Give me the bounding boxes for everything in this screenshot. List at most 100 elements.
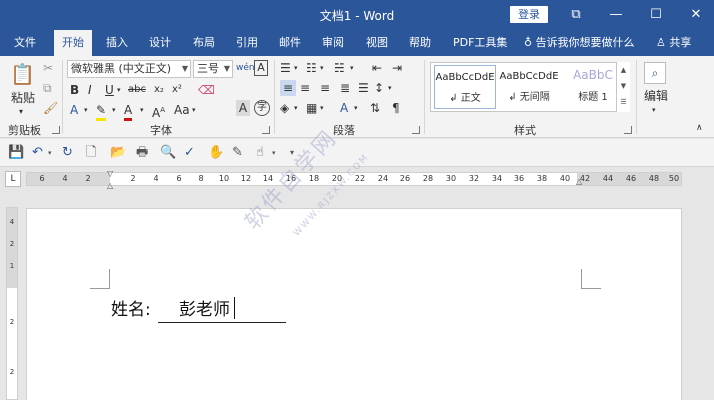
bold-icon[interactable]: B	[70, 82, 79, 98]
pointer-dropdown-icon[interactable]: ▾	[272, 144, 276, 162]
font-color-icon[interactable]: A	[124, 102, 133, 121]
scroll-down-icon[interactable]: ▼	[617, 78, 630, 94]
font-family-select[interactable]: 微软雅黑 (中文正文) ▼	[67, 60, 191, 78]
ribbon-display-options-icon[interactable]: ⧉	[556, 0, 596, 30]
clipboard-launcher-icon[interactable]	[52, 126, 60, 134]
cut-icon[interactable]: ✂	[43, 60, 53, 76]
copy-icon[interactable]: ⧉	[43, 80, 52, 96]
find-icon[interactable]: ⌕	[644, 62, 666, 84]
tab-references[interactable]: 引用	[234, 30, 260, 56]
editing-dropdown-icon[interactable]: ▾	[652, 102, 656, 118]
change-case-icon[interactable]: Aa	[174, 102, 190, 118]
font-color-dropdown-icon[interactable]: ▾	[140, 102, 144, 118]
paragraph-launcher-icon[interactable]	[412, 126, 420, 134]
tab-design[interactable]: 设计	[147, 30, 173, 56]
text-effects-dropdown-icon[interactable]: ▾	[84, 102, 88, 118]
shading-icon[interactable]: ◈	[280, 100, 289, 116]
style-normal[interactable]: AaBbCcDdE ↲ 正文	[434, 65, 496, 109]
print-preview-icon[interactable]: 🔍	[160, 144, 176, 162]
print-icon[interactable]: 🖶	[136, 144, 148, 162]
clear-formatting-icon[interactable]: ⌫	[198, 82, 215, 98]
share-button[interactable]: ♙ 共享	[656, 30, 691, 56]
spelling-icon[interactable]: ✓	[184, 144, 195, 162]
undo-icon[interactable]: ↶	[32, 144, 43, 162]
ruler-number: 6	[39, 174, 45, 183]
tab-home[interactable]: 开始	[54, 30, 92, 56]
styles-launcher-icon[interactable]	[624, 126, 632, 134]
style-no-spacing[interactable]: AaBbCcDdE ↲ 无间隔	[498, 65, 560, 109]
undo-dropdown-icon[interactable]: ▾	[48, 144, 52, 162]
first-line-indent-marker-icon[interactable]: ▽	[107, 169, 113, 178]
borders-dropdown-icon[interactable]: ▾	[320, 100, 324, 116]
minimize-icon[interactable]: —	[596, 0, 636, 30]
text-effects-icon[interactable]: A	[70, 102, 78, 118]
ruler-number: 34	[491, 174, 503, 183]
show-marks-icon[interactable]: ¶	[392, 100, 400, 116]
tab-pdf-tools[interactable]: PDF工具集	[451, 30, 509, 56]
change-case-dropdown-icon[interactable]: ▾	[192, 102, 196, 118]
tab-insert[interactable]: 插入	[104, 30, 130, 56]
tab-help[interactable]: 帮助	[407, 30, 433, 56]
underline-dropdown-icon[interactable]: ▾	[117, 82, 121, 98]
align-right-icon[interactable]: ≡	[320, 80, 330, 96]
borders-icon[interactable]: ▦	[306, 100, 317, 116]
login-button[interactable]: 登录	[510, 6, 548, 23]
font-size-select[interactable]: 三号 ▼	[193, 60, 233, 78]
character-border-icon[interactable]: A	[254, 60, 268, 76]
paste-dropdown-icon[interactable]: ▾	[19, 104, 23, 120]
subscript-icon[interactable]: x₂	[154, 82, 164, 98]
tab-review[interactable]: 审阅	[320, 30, 346, 56]
underline-icon[interactable]: U	[105, 82, 114, 98]
more-styles-icon[interactable]: ☰	[617, 94, 630, 110]
style-heading-1[interactable]: AaBbC 标题 1	[562, 65, 624, 109]
font-launcher-icon[interactable]	[262, 126, 270, 134]
vertical-ruler[interactable]: 4 2 1 2 2	[6, 207, 18, 400]
tab-selector[interactable]: L	[5, 171, 21, 187]
multilevel-list-icon[interactable]: ☵	[334, 60, 345, 76]
strikethrough-icon[interactable]: abc	[128, 82, 146, 98]
highlight-icon[interactable]: ✎	[96, 102, 107, 121]
styles-scroll[interactable]: ▲ ▼ ☰	[616, 62, 630, 112]
shading-dropdown-icon[interactable]: ▾	[294, 100, 298, 116]
phonetic-guide-icon[interactable]: wén	[236, 60, 255, 76]
enclose-characters-icon[interactable]: 字	[254, 100, 270, 116]
bullets-icon[interactable]: ☰	[280, 60, 291, 76]
open-folder-icon[interactable]: 📂	[110, 144, 126, 162]
grow-font-icon[interactable]: AA	[152, 102, 165, 121]
editing-button[interactable]: 编辑	[644, 88, 668, 104]
collapse-ribbon-icon[interactable]: ∧	[696, 120, 703, 136]
edit-icon[interactable]: ✎	[232, 144, 243, 162]
new-document-icon[interactable]: 🗋	[86, 144, 96, 162]
redo-icon[interactable]: ↻	[62, 144, 73, 162]
hanging-indent-marker-icon[interactable]: △	[107, 181, 113, 190]
highlight-dropdown-icon[interactable]: ▾	[112, 102, 116, 118]
character-shading-icon[interactable]: A	[236, 100, 250, 116]
style-name: ↲ 正文	[449, 93, 481, 104]
scroll-up-icon[interactable]: ▲	[617, 62, 630, 78]
save-icon[interactable]: 💾	[8, 144, 24, 162]
align-center-icon[interactable]: ≡	[300, 80, 310, 96]
pointer-icon[interactable]: ☝	[256, 144, 264, 162]
touch-mode-icon[interactable]: ✋	[208, 144, 224, 162]
close-icon[interactable]: ✕	[676, 0, 714, 30]
tell-me-search[interactable]: ♁ 告诉我你想要做什么	[524, 30, 635, 56]
italic-icon[interactable]: I	[88, 82, 92, 98]
document-page[interactable]: 姓名: 彭老师	[26, 208, 682, 400]
tab-view[interactable]: 视图	[364, 30, 390, 56]
numbering-dropdown-icon[interactable]: ▾	[320, 60, 324, 76]
clipboard-icon[interactable]: 📋	[10, 62, 35, 86]
tab-mailings[interactable]: 邮件	[277, 30, 303, 56]
right-indent-marker-icon[interactable]: △	[576, 177, 582, 186]
multilevel-dropdown-icon[interactable]: ▾	[350, 60, 354, 76]
tab-file[interactable]: 文件	[12, 30, 38, 56]
align-left-icon[interactable]: ≡	[280, 80, 296, 96]
bullets-dropdown-icon[interactable]: ▾	[294, 60, 298, 76]
tab-layout[interactable]: 布局	[191, 30, 217, 56]
name-value[interactable]: 彭老师	[179, 295, 230, 320]
maximize-icon[interactable]: ☐	[636, 0, 676, 30]
style-sample: AaBbCcDdE	[499, 71, 559, 82]
group-separator	[424, 60, 425, 134]
format-painter-icon[interactable]: 🖌	[43, 100, 58, 116]
numbering-icon[interactable]: ☷	[306, 60, 317, 76]
superscript-icon[interactable]: x²	[172, 82, 182, 98]
